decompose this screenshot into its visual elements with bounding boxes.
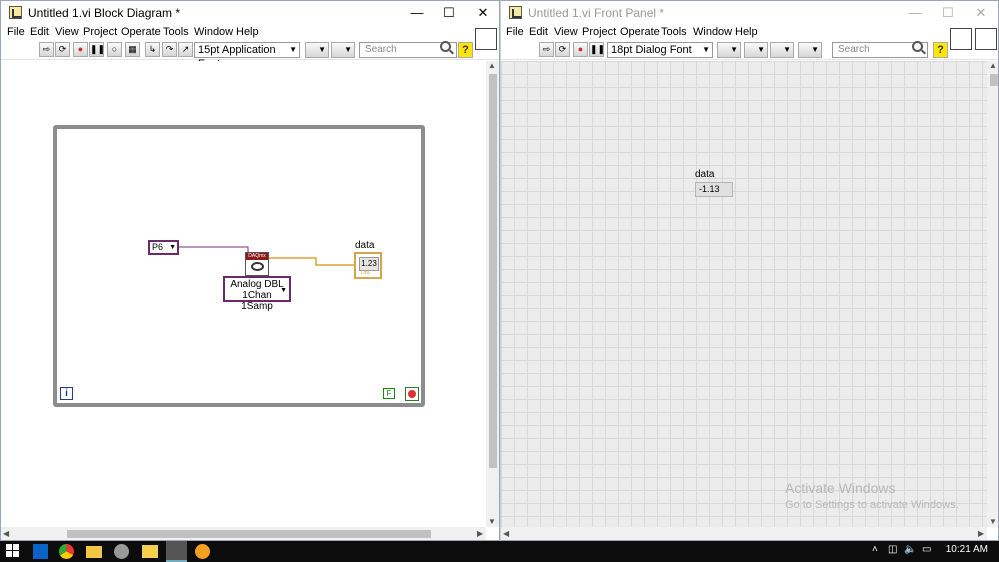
channel-name: P6	[152, 242, 164, 252]
resize-objects-button[interactable]: ▼	[770, 42, 794, 58]
data-indicator-terminal[interactable]: 1.23 DBL	[354, 252, 382, 279]
daqmx-read-vi[interactable]: DAQmx	[245, 252, 269, 276]
notification-icon[interactable]: ▭	[922, 544, 931, 555]
taskbar: ˄ ◫ 🔈 ▭ 10:21 AM	[0, 541, 999, 562]
run-continuously-button[interactable]: ⟳	[555, 42, 570, 57]
menu-tools[interactable]: Tools	[661, 26, 687, 38]
maximize-button[interactable]: ☐	[931, 1, 965, 25]
clock[interactable]: 10:21 AM	[946, 544, 988, 555]
scroll-left-icon[interactable]: ◀	[3, 529, 9, 538]
window-title: Untitled 1.vi Front Panel *	[528, 6, 665, 20]
iteration-terminal[interactable]: i	[60, 387, 73, 400]
toolbar: ⇨ ⟳ ● ❚❚ 18pt Dialog Font ▼ ▼ ▼ ▼ ▼ Searc…	[501, 40, 998, 60]
chrome-icon[interactable]	[59, 544, 74, 559]
watermark-title: Activate Windows	[785, 480, 896, 496]
scroll-down-icon[interactable]: ▼	[989, 517, 997, 526]
context-help-button[interactable]: ?	[933, 42, 948, 58]
vertical-scrollbar[interactable]: ▲ ▼	[987, 61, 998, 527]
close-button[interactable]: ✕	[964, 1, 998, 25]
scrollbar-thumb[interactable]	[990, 74, 998, 86]
chevron-up-icon[interactable]: ˄	[872, 544, 878, 555]
indicator-type: DBL	[361, 270, 371, 276]
front-panel-window: Untitled 1.vi Front Panel * — ☐ ✕ File E…	[500, 0, 999, 541]
glasses-icon	[251, 262, 264, 271]
menu-view[interactable]: View	[554, 26, 578, 38]
front-panel-canvas[interactable]: data -1.13 Activate Windows Go to Settin…	[501, 61, 987, 527]
daqmx-band: DAQmx	[246, 253, 268, 260]
menu-bar: File Edit View Project Operate Tools Win…	[501, 25, 998, 40]
scroll-right-icon[interactable]: ▶	[477, 529, 483, 538]
menu-file[interactable]: File	[506, 26, 524, 38]
vertical-scrollbar[interactable]: ▲ ▼	[486, 61, 499, 527]
align-objects-button[interactable]: ▼	[717, 42, 741, 58]
false-constant[interactable]: F	[383, 388, 395, 399]
indicator-label: data	[695, 169, 715, 180]
polymorphic-line2: 1Chan 1Samp	[241, 290, 273, 312]
polymorphic-selector[interactable]: Analog DBL 1Chan 1Samp ▼	[223, 276, 291, 312]
connector-pane-icon[interactable]	[950, 28, 972, 50]
scroll-right-icon[interactable]: ▶	[978, 529, 984, 538]
outlook-icon[interactable]	[33, 544, 48, 559]
watermark-subtitle: Go to Settings to activate Windows.	[785, 499, 959, 511]
indicator-glyph: 1.23	[359, 257, 379, 271]
windows-start-icon[interactable]	[6, 543, 23, 560]
scroll-up-icon[interactable]: ▲	[989, 61, 997, 70]
activate-windows-watermark: Activate Windows Go to Settings to activ…	[785, 480, 959, 511]
physical-channel-constant[interactable]: P6 ▼	[148, 240, 179, 255]
file-explorer-icon[interactable]	[86, 546, 102, 558]
scrollbar-thumb[interactable]	[67, 530, 431, 538]
chevron-down-icon[interactable]: ▼	[280, 285, 287, 296]
polymorphic-line1: Analog DBL	[230, 279, 284, 290]
menu-help[interactable]: Help	[735, 26, 758, 38]
title-bar[interactable]: Untitled 1.vi Front Panel * — ☐ ✕	[501, 1, 998, 25]
vi-connector-icon[interactable]	[975, 28, 997, 50]
menu-window[interactable]: Window	[693, 26, 732, 38]
folder-icon[interactable]	[142, 545, 158, 558]
abort-button[interactable]: ●	[573, 42, 588, 57]
block-diagram-window: Untitled 1.vi Block Diagram * — ☐ ✕ File…	[0, 0, 500, 541]
pause-button[interactable]: ❚❚	[589, 42, 605, 57]
menu-operate[interactable]: Operate	[620, 26, 660, 38]
data-indicator[interactable]: -1.13	[695, 182, 733, 197]
network-icon[interactable]: ◫	[888, 544, 897, 555]
scrollbar-thumb[interactable]	[489, 74, 497, 468]
vi-icon	[509, 6, 522, 19]
horizontal-scrollbar[interactable]: ◀ ▶	[501, 527, 987, 540]
scroll-up-icon[interactable]: ▲	[488, 61, 496, 70]
app-icon[interactable]	[114, 544, 129, 559]
volume-icon[interactable]: 🔈	[904, 544, 916, 555]
loop-condition-terminal[interactable]	[405, 387, 419, 401]
labview-icon[interactable]	[166, 541, 187, 562]
horizontal-scrollbar[interactable]: ◀ ▶	[1, 527, 486, 540]
minimize-button[interactable]: —	[898, 1, 932, 25]
distribute-objects-button[interactable]: ▼	[744, 42, 768, 58]
chevron-down-icon[interactable]: ▼	[169, 242, 176, 253]
reorder-button[interactable]: ▼	[798, 42, 822, 58]
menu-project[interactable]: Project	[582, 26, 616, 38]
run-button[interactable]: ⇨	[539, 42, 554, 57]
menu-edit[interactable]: Edit	[529, 26, 548, 38]
scroll-left-icon[interactable]: ◀	[503, 529, 509, 538]
indicator-label: data	[355, 240, 375, 251]
search-icon[interactable]	[912, 41, 923, 52]
font-select[interactable]: 18pt Dialog Font ▼	[607, 42, 713, 58]
app-icon[interactable]	[195, 544, 210, 559]
scroll-down-icon[interactable]: ▼	[488, 517, 496, 526]
